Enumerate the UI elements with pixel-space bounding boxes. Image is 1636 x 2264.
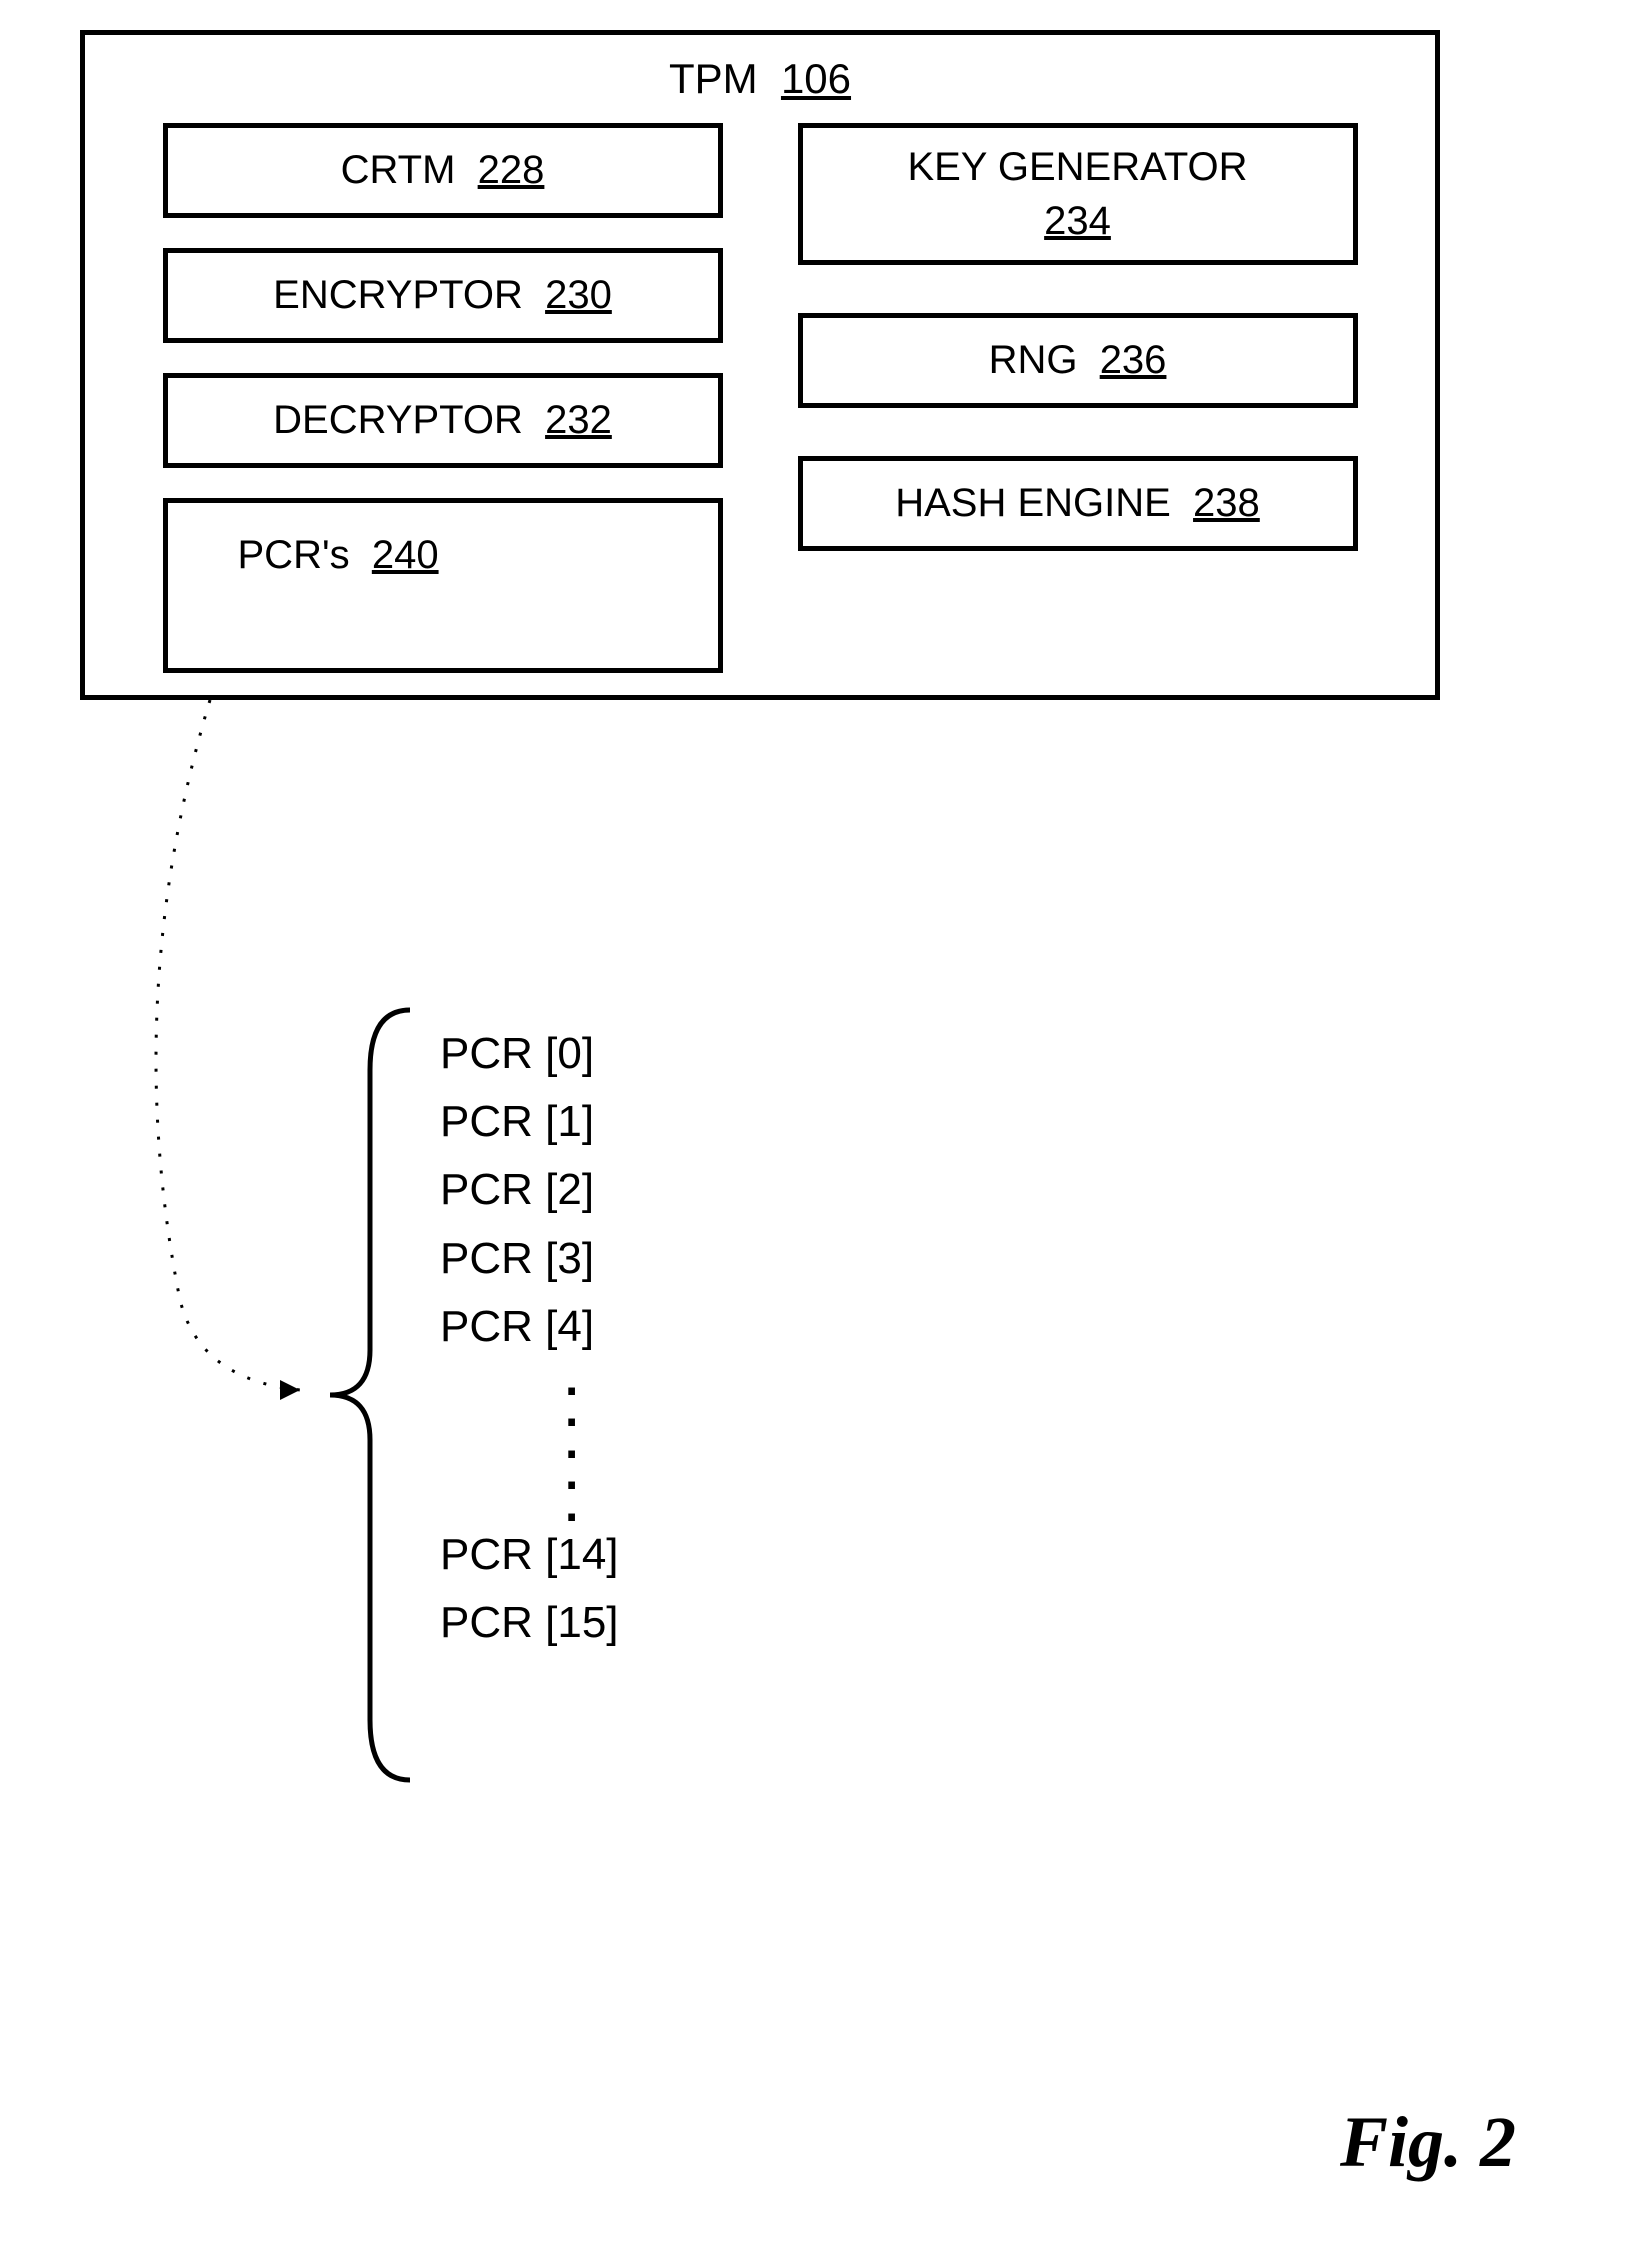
module-ref: 230: [545, 273, 612, 317]
module-pcrs: PCR's 240: [163, 498, 723, 673]
module-ref: 234: [1044, 199, 1111, 243]
figure-caption: Fig. 2: [1340, 2101, 1516, 2184]
module-label: PCR's: [238, 533, 350, 577]
module-label: ENCRYPTOR: [273, 273, 523, 317]
module-label: DECRYPTOR: [273, 398, 523, 442]
module-label: CRTM: [341, 148, 456, 192]
module-label: KEY GENERATOR: [907, 145, 1247, 189]
pcr-item: PCR [2]: [440, 1156, 619, 1224]
pcr-item: PCR [1]: [440, 1088, 619, 1156]
module-ref: 228: [478, 148, 545, 192]
right-column: KEY GENERATOR 234 RNG 236 HASH ENGINE 238: [798, 123, 1358, 673]
tpm-title-ref: 106: [781, 55, 851, 102]
pcr-item: PCR [15]: [440, 1589, 619, 1657]
module-encryptor: ENCRYPTOR 230: [163, 248, 723, 343]
tpm-title-label: TPM: [669, 55, 758, 102]
module-label: HASH ENGINE: [895, 481, 1171, 525]
module-ref: 232: [545, 398, 612, 442]
module-ref: 238: [1193, 481, 1260, 525]
tpm-container: TPM 106 CRTM 228 ENCRYPTOR 230 DECRYPTOR…: [80, 30, 1440, 700]
left-column: CRTM 228 ENCRYPTOR 230 DECRYPTOR 232 PCR…: [163, 123, 723, 673]
pcr-item: PCR [0]: [440, 1020, 619, 1088]
pcr-item: PCR [14]: [440, 1521, 619, 1589]
pcr-detail-list: PCR [0] PCR [1] PCR [2] PCR [3] PCR [4] …: [440, 1020, 619, 1657]
module-rng: RNG 236: [798, 313, 1358, 408]
tpm-title: TPM 106: [85, 55, 1435, 103]
pcr-item: PCR [4]: [440, 1293, 619, 1361]
module-key-generator: KEY GENERATOR 234: [798, 123, 1358, 265]
module-decryptor: DECRYPTOR 232: [163, 373, 723, 468]
module-ref: 236: [1100, 338, 1167, 382]
module-crtm: CRTM 228: [163, 123, 723, 218]
pcr-item: PCR [3]: [440, 1225, 619, 1293]
module-label: RNG: [989, 338, 1078, 382]
module-ref: 240: [372, 533, 439, 577]
module-hash-engine: HASH ENGINE 238: [798, 456, 1358, 551]
